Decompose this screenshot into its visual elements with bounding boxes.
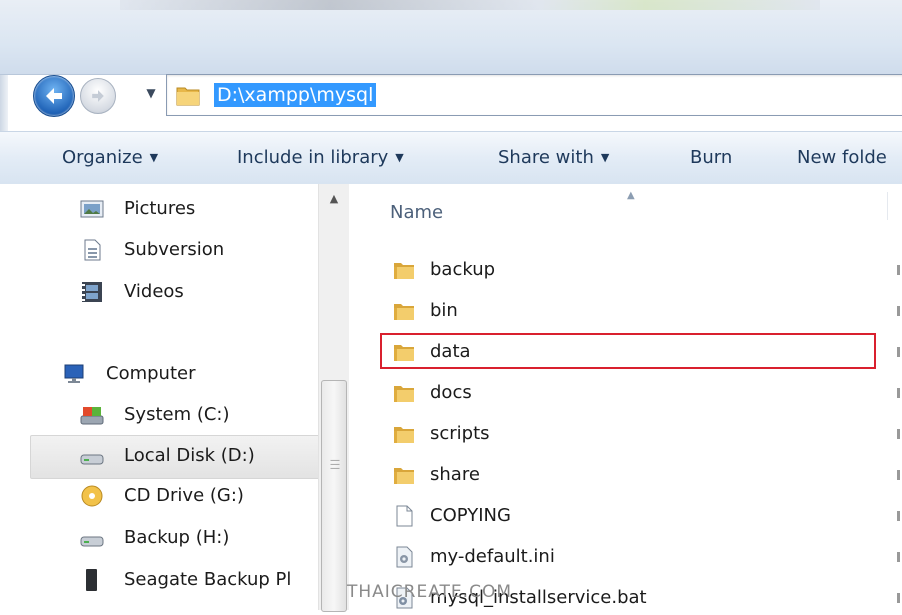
organize-button[interactable]: Organize ▼ xyxy=(62,146,158,170)
burn-button[interactable]: Burn xyxy=(690,146,732,170)
column-header-name[interactable]: Name xyxy=(390,202,443,223)
nav-item-label: System (C:) xyxy=(124,404,230,425)
new-folder-label: New folde xyxy=(797,147,887,168)
chevron-down-icon: ▼ xyxy=(149,151,159,164)
external-drive-icon xyxy=(86,569,97,591)
scroll-thumb[interactable]: — — — xyxy=(321,380,347,612)
nav-item-label: CD Drive (G:) xyxy=(124,485,244,506)
column-cell-edge xyxy=(897,552,900,562)
file-row-scripts[interactable]: scripts xyxy=(385,417,885,451)
title-bar-blur xyxy=(120,0,820,10)
computer-icon xyxy=(64,364,84,383)
column-cell-edge xyxy=(897,470,900,480)
drive-icon xyxy=(80,454,104,465)
file-name: bin xyxy=(430,300,458,321)
cd-drive-icon xyxy=(81,485,103,507)
settings-file-icon xyxy=(396,546,413,568)
drive-icon xyxy=(80,536,104,547)
nav-item-label: Local Disk (D:) xyxy=(124,445,255,466)
address-bar[interactable]: D:\xampp\mysql xyxy=(166,74,902,116)
navigation-scrollbar[interactable]: ▲ — — — xyxy=(318,184,349,612)
file-name: backup xyxy=(430,259,496,280)
folder-icon xyxy=(176,87,200,106)
burn-label: Burn xyxy=(690,147,733,168)
organize-label: Organize xyxy=(62,147,143,168)
file-name: my-default.ini xyxy=(430,546,555,567)
column-cell-edge xyxy=(897,593,900,603)
file-row-backup[interactable]: backup xyxy=(385,253,885,287)
column-cell-edge xyxy=(897,511,900,521)
file-icon xyxy=(396,505,413,527)
command-bar: Organize ▼ Include in library ▼ Share with… xyxy=(0,131,902,185)
file-row-copying[interactable]: COPYING xyxy=(385,499,885,533)
nav-item-label: Backup (H:) xyxy=(124,527,230,548)
grip-icon: — — — xyxy=(330,455,340,474)
folder-icon xyxy=(394,345,414,361)
folder-icon xyxy=(394,427,414,443)
nav-item-label: Seagate Backup Pl xyxy=(124,569,292,590)
column-cell-edge xyxy=(897,306,900,316)
watermark: THAICREATE.COM xyxy=(347,582,512,602)
file-name: share xyxy=(430,464,480,485)
file-name: scripts xyxy=(430,423,490,444)
nav-item-label: Subversion xyxy=(124,239,225,260)
file-name: COPYING xyxy=(430,505,511,526)
folder-icon xyxy=(394,304,414,320)
file-row-my-default-ini[interactable]: my-default.ini xyxy=(385,540,885,574)
folder-icon xyxy=(394,468,414,484)
folder-icon xyxy=(394,386,414,402)
include-in-library-button[interactable]: Include in library ▼ xyxy=(237,146,404,170)
forward-button[interactable] xyxy=(80,78,116,114)
file-row-docs[interactable]: docs xyxy=(385,376,885,410)
sort-ascending-icon: ▲ xyxy=(627,190,635,201)
system-drive-icon xyxy=(80,407,104,425)
file-row-data[interactable]: data xyxy=(385,335,885,369)
chevron-down-icon: ▼ xyxy=(600,151,610,164)
recent-pages-dropdown[interactable]: ▼ xyxy=(144,86,158,100)
nav-item-label: Pictures xyxy=(124,198,196,219)
title-bar xyxy=(0,0,902,75)
include-in-library-label: Include in library xyxy=(237,147,389,168)
back-arrow-icon xyxy=(46,88,62,104)
file-row-share[interactable]: share xyxy=(385,458,885,492)
column-cell-edge xyxy=(897,429,900,439)
pictures-icon xyxy=(80,200,104,218)
nav-item-label: Computer xyxy=(106,363,196,384)
column-cell-edge xyxy=(897,265,900,275)
share-with-label: Share with xyxy=(498,147,594,168)
file-name: docs xyxy=(430,382,472,403)
file-row-bin[interactable]: bin xyxy=(385,294,885,328)
column-divider xyxy=(887,192,888,220)
back-button[interactable] xyxy=(33,75,75,117)
column-cell-edge xyxy=(897,347,900,357)
scroll-up-icon[interactable]: ▲ xyxy=(324,192,344,206)
new-folder-button[interactable]: New folde xyxy=(797,146,887,170)
folder-icon xyxy=(394,263,414,279)
share-with-button[interactable]: Share with ▼ xyxy=(498,146,609,170)
document-icon xyxy=(84,239,101,261)
file-name: data xyxy=(430,341,471,362)
address-path[interactable]: D:\xampp\mysql xyxy=(214,83,377,107)
nav-item-label: Videos xyxy=(124,281,184,302)
column-cell-edge xyxy=(897,388,900,398)
videos-icon xyxy=(82,282,102,302)
chevron-down-icon: ▼ xyxy=(395,151,404,164)
forward-arrow-icon xyxy=(92,90,104,102)
